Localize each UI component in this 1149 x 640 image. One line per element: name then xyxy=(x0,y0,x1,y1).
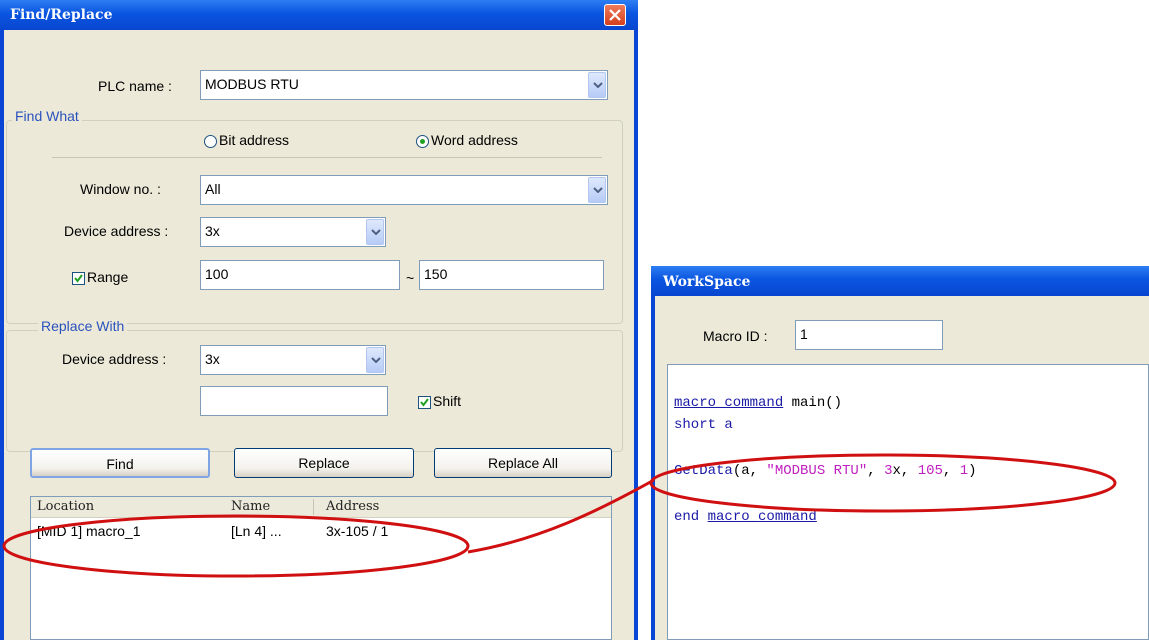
workspace-window: WorkSpace Macro ID : 1 macro_command mai… xyxy=(651,266,1149,640)
checkmark-icon xyxy=(74,274,83,283)
workspace-title: WorkSpace xyxy=(663,274,751,290)
macro-id-input[interactable]: 1 xyxy=(795,320,943,350)
find-what-label: Find What xyxy=(12,108,82,124)
range-to-value: 150 xyxy=(424,266,448,282)
close-icon xyxy=(609,9,621,21)
window-no-value: All xyxy=(205,181,221,197)
replace-button[interactable]: Replace xyxy=(234,448,414,478)
range-to-input[interactable]: 150 xyxy=(419,260,604,290)
row-name: [Ln 4] ... xyxy=(231,523,282,539)
replace-with-label: Replace With xyxy=(38,318,128,334)
column-separator xyxy=(313,499,314,515)
window-no-label: Window no. : xyxy=(80,181,161,197)
find-replace-dialog: Find/Replace PLC name : MODBUS RTU Find … xyxy=(0,0,638,640)
find-replace-body: PLC name : MODBUS RTU Find What Bit addr… xyxy=(4,30,634,640)
replace-device-address-select[interactable]: 3x xyxy=(200,345,386,375)
code-editor[interactable]: macro_command main() short a GetData(a, … xyxy=(667,364,1149,640)
range-checkbox[interactable] xyxy=(72,272,85,285)
workspace-title-bar[interactable]: WorkSpace xyxy=(651,266,1149,296)
code-line-4: GetData(a, "MODBUS RTU", 3x, 105, 1) xyxy=(674,463,977,479)
results-list[interactable]: Location Name Address [MID 1] macro_1 [L… xyxy=(30,496,612,640)
shift-checkbox[interactable] xyxy=(418,396,431,409)
chevron-down-icon[interactable] xyxy=(366,219,384,245)
chevron-down-icon[interactable] xyxy=(588,72,606,98)
column-name[interactable]: Name xyxy=(231,499,270,514)
window-no-select[interactable]: All xyxy=(200,175,608,205)
row-location: [MID 1] macro_1 xyxy=(37,523,141,539)
device-address-select[interactable]: 3x xyxy=(200,217,386,247)
range-tilde: ~ xyxy=(406,270,415,286)
column-address[interactable]: Address xyxy=(326,499,379,514)
plc-name-value: MODBUS RTU xyxy=(205,76,299,92)
results-header: Location Name Address xyxy=(31,497,611,518)
macro-id-value: 1 xyxy=(800,326,808,342)
table-row[interactable]: [MID 1] macro_1 [Ln 4] ... 3x-105 / 1 xyxy=(31,521,611,545)
replace-device-address-value: 3x xyxy=(205,351,220,367)
dialog-title: Find/Replace xyxy=(10,7,113,23)
macro-id-label: Macro ID : xyxy=(703,328,768,344)
code-line-2: short a xyxy=(674,417,733,433)
word-address-radio[interactable] xyxy=(416,135,429,148)
row-address: 3x-105 / 1 xyxy=(326,523,389,539)
chevron-down-icon[interactable] xyxy=(588,177,606,203)
device-address-label: Device address : xyxy=(64,223,169,239)
replace-device-address-label: Device address : xyxy=(62,351,167,367)
device-address-value: 3x xyxy=(205,223,220,239)
divider xyxy=(52,157,602,158)
column-location[interactable]: Location xyxy=(37,499,94,514)
workspace-body: Macro ID : 1 macro_command main() short … xyxy=(655,296,1149,640)
replace-all-button[interactable]: Replace All xyxy=(434,448,612,478)
plc-name-label: PLC name : xyxy=(98,78,172,94)
find-replace-title-bar[interactable]: Find/Replace xyxy=(0,0,638,30)
range-label[interactable]: Range xyxy=(87,269,128,285)
range-from-input[interactable]: 100 xyxy=(200,260,400,290)
find-button[interactable]: Find xyxy=(30,448,210,478)
word-address-label[interactable]: Word address xyxy=(431,132,518,148)
chevron-down-icon[interactable] xyxy=(366,347,384,373)
replace-address-input[interactable] xyxy=(200,386,388,416)
code-line-6: end macro_command xyxy=(674,509,817,525)
range-from-value: 100 xyxy=(205,266,229,282)
shift-label[interactable]: Shift xyxy=(433,393,461,409)
close-button[interactable] xyxy=(604,4,626,26)
checkmark-icon xyxy=(420,398,429,407)
bit-address-radio[interactable] xyxy=(204,135,217,148)
code-line-1: macro_command main() xyxy=(674,395,843,411)
plc-name-select[interactable]: MODBUS RTU xyxy=(200,70,608,100)
bit-address-label[interactable]: Bit address xyxy=(219,132,289,148)
